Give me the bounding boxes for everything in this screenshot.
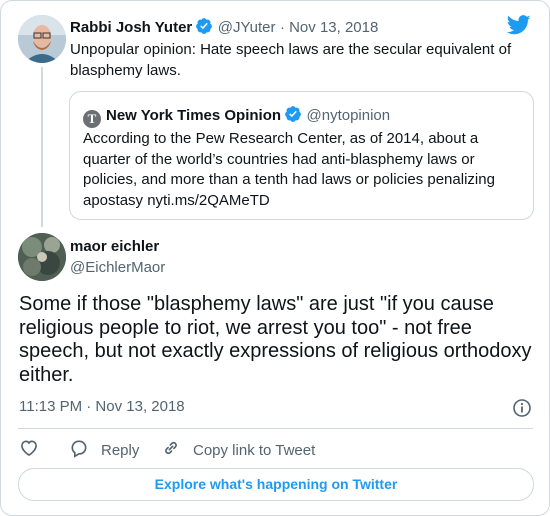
parent-tweet-text: Unpopular opinion: Hate speech laws are … xyxy=(70,41,512,79)
info-icon[interactable] xyxy=(512,398,532,423)
reply-author-name[interactable]: maor eichler xyxy=(70,238,159,255)
heart-icon xyxy=(19,438,51,462)
link-icon xyxy=(161,438,193,462)
author-handle[interactable]: @JYuter xyxy=(218,19,276,36)
copy-link-label: Copy link to Tweet xyxy=(193,441,316,459)
tweet-timestamp[interactable]: 11:13 PM · Nov 13, 2018 xyxy=(19,398,185,415)
reply-author-avatar[interactable] xyxy=(18,233,66,281)
tweet-date[interactable]: · Nov 13, 2018 xyxy=(280,19,378,36)
nyt-logo-icon: T xyxy=(83,110,101,128)
explore-twitter-button[interactable]: Explore what's happening on Twitter xyxy=(18,468,534,501)
reply-tweet-text: Some if those "blasphemy laws" are just … xyxy=(19,293,532,386)
tweet-embed-card: Rabbi Josh Yuter @JYuter · Nov 13, 2018 … xyxy=(0,0,550,516)
author-avatar[interactable] xyxy=(18,15,66,63)
reply-author-handle[interactable]: @EichlerMaor xyxy=(70,259,165,276)
quoted-tweet-text: According to the Pew Research Center, as… xyxy=(83,130,495,209)
quoted-tweet[interactable]: T New York Times Opinion @nytopinion Acco… xyxy=(69,91,534,220)
action-divider xyxy=(18,428,533,429)
thread-connector-line xyxy=(41,67,43,227)
reply-bubble-icon xyxy=(69,438,101,462)
verified-badge-icon xyxy=(195,17,213,40)
copy-link-button[interactable]: Copy link to Tweet xyxy=(161,438,315,462)
quoted-tweet-header: T New York Times Opinion @nytopinion xyxy=(83,105,390,128)
parent-tweet-header: Rabbi Josh Yuter @JYuter · Nov 13, 2018 xyxy=(70,17,378,40)
author-name[interactable]: Rabbi Josh Yuter xyxy=(70,19,192,36)
quoted-author-name[interactable]: New York Times Opinion xyxy=(106,107,281,124)
like-button[interactable] xyxy=(19,438,51,462)
reply-label: Reply xyxy=(101,441,140,459)
reply-button[interactable]: Reply xyxy=(69,438,139,462)
quoted-author-handle[interactable]: @nytopinion xyxy=(307,107,391,124)
twitter-bird-icon[interactable] xyxy=(506,15,531,40)
verified-badge-icon xyxy=(284,105,302,128)
